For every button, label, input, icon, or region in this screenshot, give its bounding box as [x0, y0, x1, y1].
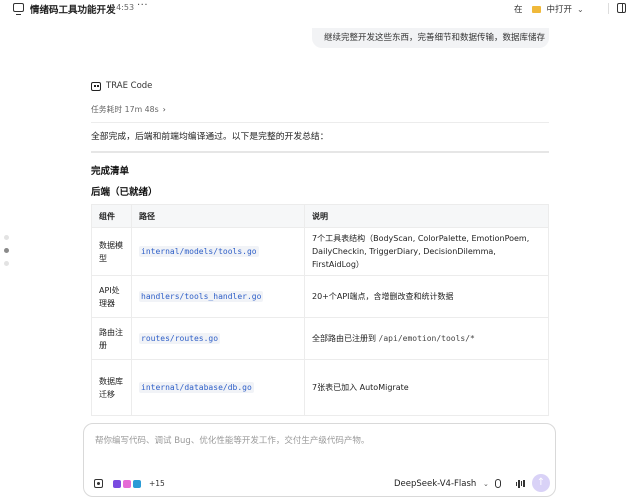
column-header-description: 说明 — [304, 204, 549, 228]
column-header-component: 组件 — [91, 204, 132, 228]
chat-icon — [13, 3, 24, 15]
session-time: 14:53 — [111, 3, 135, 12]
composer-input[interactable]: 帮你编写代码、调试 Bug、优化性能等开发工作，交付生产级代码产物。 — [95, 434, 369, 446]
more-options-button[interactable]: ··· — [137, 0, 148, 11]
scroll-dot[interactable] — [4, 261, 9, 266]
description-text: 全部路由已注册到 — [312, 334, 379, 343]
cell-description: 20+个API端点，含增删改查和统计数据 — [304, 275, 549, 318]
backend-table: 组件 路径 说明 数据模型 internal/models/tools.go 7… — [91, 204, 549, 416]
open-target-label: 中打开 — [546, 5, 573, 15]
composer-toolbar: +15 — [94, 479, 165, 488]
mic-icon[interactable] — [495, 479, 501, 488]
model-name: DeepSeek-V4-Flash — [394, 479, 477, 489]
scroll-dot-active[interactable] — [4, 248, 9, 253]
topbar-divider — [608, 3, 609, 14]
plugin-icon[interactable] — [113, 479, 121, 488]
cell-path: internal/models/tools.go — [131, 227, 305, 276]
chevron-down-icon: ⌄ — [577, 4, 584, 14]
user-message: 继续完整开发这些东西，完善细节和数据传输，数据库储存 — [312, 28, 549, 48]
table-row: 路由注册 routes/routes.go 全部路由已注册到 /api/emot… — [91, 317, 549, 360]
cell-component: 路由注册 — [91, 317, 132, 360]
cell-description: 7张表已加入 AutoMigrate — [304, 359, 549, 416]
divider — [91, 151, 549, 153]
table-row: 数据模型 internal/models/tools.go 7个工具表结构（Bo… — [91, 227, 549, 276]
path-code: routes/routes.go — [139, 333, 221, 344]
image-upload-icon[interactable] — [94, 479, 103, 488]
path-code: internal/database/db.go — [139, 382, 254, 393]
cell-description: 7个工具表结构（BodyScan, ColorPalette, EmotionP… — [304, 227, 549, 276]
cell-component: 数据模型 — [91, 227, 132, 276]
cell-component: 数据库迁移 — [91, 359, 132, 416]
route-code: /api/emotion/tools/* — [378, 334, 475, 343]
cell-path: handlers/tools_handler.go — [131, 275, 305, 318]
chevron-down-icon: ⌄ — [483, 480, 489, 488]
open-in-label: 在 — [514, 5, 523, 15]
folder-icon — [531, 5, 541, 13]
layout-icon[interactable] — [617, 3, 626, 13]
path-code: internal/models/tools.go — [139, 246, 259, 257]
voice-wave-icon[interactable] — [516, 479, 525, 488]
more-tools-button[interactable]: +15 — [149, 479, 165, 488]
scroll-dot[interactable] — [4, 235, 9, 240]
summary-text: 全部完成，后端和前端均编译通过。以下是完整的开发总结： — [91, 132, 329, 142]
trae-logo-icon — [91, 81, 101, 91]
open-in-button[interactable]: 在 中打开 ⌄ — [514, 1, 584, 17]
cell-description: 全部路由已注册到 /api/emotion/tools/* — [304, 317, 549, 360]
task-duration[interactable]: 任务耗时 17m 48s › — [91, 104, 166, 115]
top-bar: 情绪码工具功能开发 14:53 ··· 在 中打开 ⌄ — [0, 0, 630, 18]
table-row: API处理器 handlers/tools_handler.go 20+个API… — [91, 275, 549, 318]
path-code: handlers/tools_handler.go — [139, 291, 264, 302]
task-duration-label: 任务耗时 17m 48s — [91, 105, 159, 114]
message-composer[interactable]: 帮你编写代码、调试 Bug、优化性能等开发工作，交付生产级代码产物。 +15 D… — [83, 423, 556, 497]
table-header-row: 组件 路径 说明 — [91, 204, 549, 228]
cell-path: internal/database/db.go — [131, 359, 305, 416]
send-button[interactable]: ↑ — [532, 474, 550, 492]
column-header-path: 路径 — [131, 204, 305, 228]
agent-name: TRAE Code — [106, 81, 153, 91]
chevron-right-icon: › — [162, 105, 166, 114]
cell-component: API处理器 — [91, 275, 132, 318]
scroll-indicator[interactable] — [4, 235, 9, 274]
divider — [91, 122, 549, 123]
agent-header: TRAE Code — [91, 81, 152, 91]
heading-checklist: 完成清单 — [91, 166, 130, 177]
cell-path: routes/routes.go — [131, 317, 305, 360]
session-title: 情绪码工具功能开发 — [30, 5, 116, 16]
table-row: 数据库迁移 internal/database/db.go 7张表已加入 Aut… — [91, 359, 549, 416]
model-selector[interactable]: DeepSeek-V4-Flash ⌄ — [394, 479, 489, 489]
bird-icon[interactable] — [133, 479, 141, 488]
heading-backend: 后端（已就绪） — [91, 187, 158, 198]
image-gen-icon[interactable] — [123, 479, 131, 488]
